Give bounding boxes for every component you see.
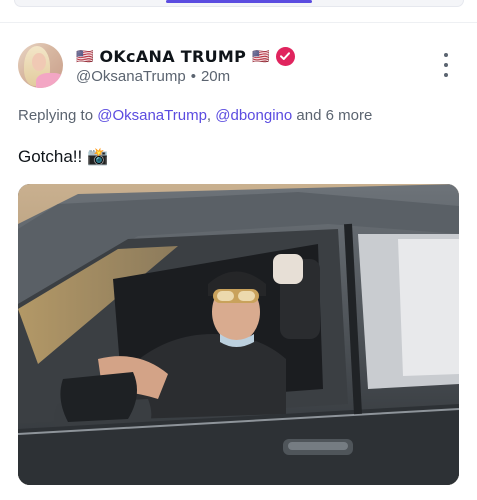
replying-prefix: Replying to — [18, 107, 94, 124]
us-flag-icon: 🇺🇸 — [252, 48, 270, 64]
post-text: Gotcha!! 📸 — [18, 147, 109, 166]
mention-link[interactable]: @OksanaTrump — [97, 107, 207, 124]
us-flag-icon: 🇺🇸 — [76, 48, 94, 64]
mention-separator: , — [206, 107, 212, 124]
verified-badge-icon — [275, 46, 295, 66]
mention-link[interactable]: @dbongino — [215, 107, 292, 124]
author-handle[interactable]: @OksanaTrump — [76, 68, 186, 85]
author-name-row[interactable]: 🇺🇸 OKсANA TRUMP 🇺🇸 — [76, 45, 295, 67]
handle-row: @OksanaTrump • 20m — [76, 68, 230, 85]
replying-suffix[interactable]: and 6 more — [296, 107, 372, 124]
display-name[interactable]: OKсANA TRUMP — [99, 47, 246, 66]
more-vertical-icon-dot — [444, 73, 448, 77]
active-tab-indicator — [166, 0, 312, 3]
avatar-face — [32, 53, 46, 71]
avatar[interactable] — [18, 43, 63, 88]
top-tab-bar — [0, 0, 477, 23]
post-image[interactable] — [18, 184, 459, 485]
more-vertical-icon-dot — [444, 63, 448, 67]
more-options-button[interactable] — [436, 53, 456, 77]
replying-to: Replying to @OksanaTrump, @dbongino and … — [18, 107, 372, 124]
post-time[interactable]: 20m — [201, 68, 230, 85]
separator-dot: • — [190, 68, 196, 85]
avatar-shirt — [36, 73, 63, 88]
more-vertical-icon — [444, 53, 448, 57]
